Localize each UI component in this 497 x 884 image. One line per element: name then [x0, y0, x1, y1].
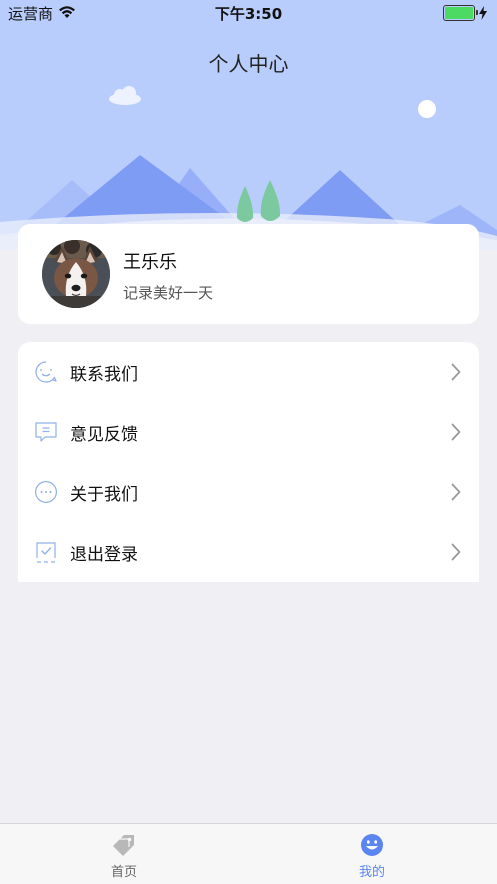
user-motto: 记录美好一天 [123, 284, 214, 302]
tab-label: 首页 [110, 865, 137, 880]
battery-level-fill [445, 7, 473, 19]
menu-item-label: 意见反馈 [70, 424, 138, 445]
feedback-message-icon [35, 422, 57, 442]
tag-icon [113, 835, 134, 856]
menu-item-label: 退出登录 [70, 544, 138, 565]
chevron-right-icon [451, 483, 461, 501]
status-bar: 运营商 下午3:50 [0, 0, 497, 26]
cloud-icon [109, 86, 141, 105]
menu-item-about-us[interactable]: 关于我们 [18, 462, 479, 522]
chevron-right-icon [451, 363, 461, 381]
more-dots-icon [35, 481, 57, 503]
menu-list: 联系我们 意见反馈 关于我们 退出登录 [18, 342, 479, 582]
menu-item-contact-us[interactable]: 联系我们 [18, 342, 479, 402]
tab-label: 我的 [358, 865, 385, 880]
husky-avatar-icon [42, 240, 110, 308]
menu-item-label: 关于我们 [70, 484, 138, 505]
avatar[interactable] [42, 240, 110, 308]
menu-item-label: 联系我们 [70, 364, 138, 385]
menu-item-logout[interactable]: 退出登录 [18, 522, 479, 582]
user-name: 王乐乐 [123, 252, 177, 273]
sun-icon [418, 100, 436, 118]
charging-bolt-icon [479, 6, 487, 20]
profile-card[interactable]: 王乐乐 记录美好一天 [18, 224, 479, 324]
tab-mine[interactable]: 我的 [312, 824, 432, 884]
menu-item-feedback[interactable]: 意见反馈 [18, 402, 479, 462]
tab-home[interactable]: 首页 [64, 824, 184, 884]
page-title: 个人中心 [208, 52, 289, 76]
checkbox-logout-icon [36, 542, 56, 563]
header-background [0, 0, 497, 250]
tab-bar: 首页 我的 [0, 823, 497, 884]
chevron-right-icon [451, 423, 461, 441]
smiley-face-icon [361, 834, 383, 856]
battery-icon [443, 5, 478, 21]
mountain-illustration [0, 86, 497, 250]
chevron-right-icon [451, 543, 461, 561]
battery-indicator [443, 5, 487, 21]
smile-bubble-icon [35, 361, 57, 383]
status-time: 下午3:50 [214, 5, 283, 23]
